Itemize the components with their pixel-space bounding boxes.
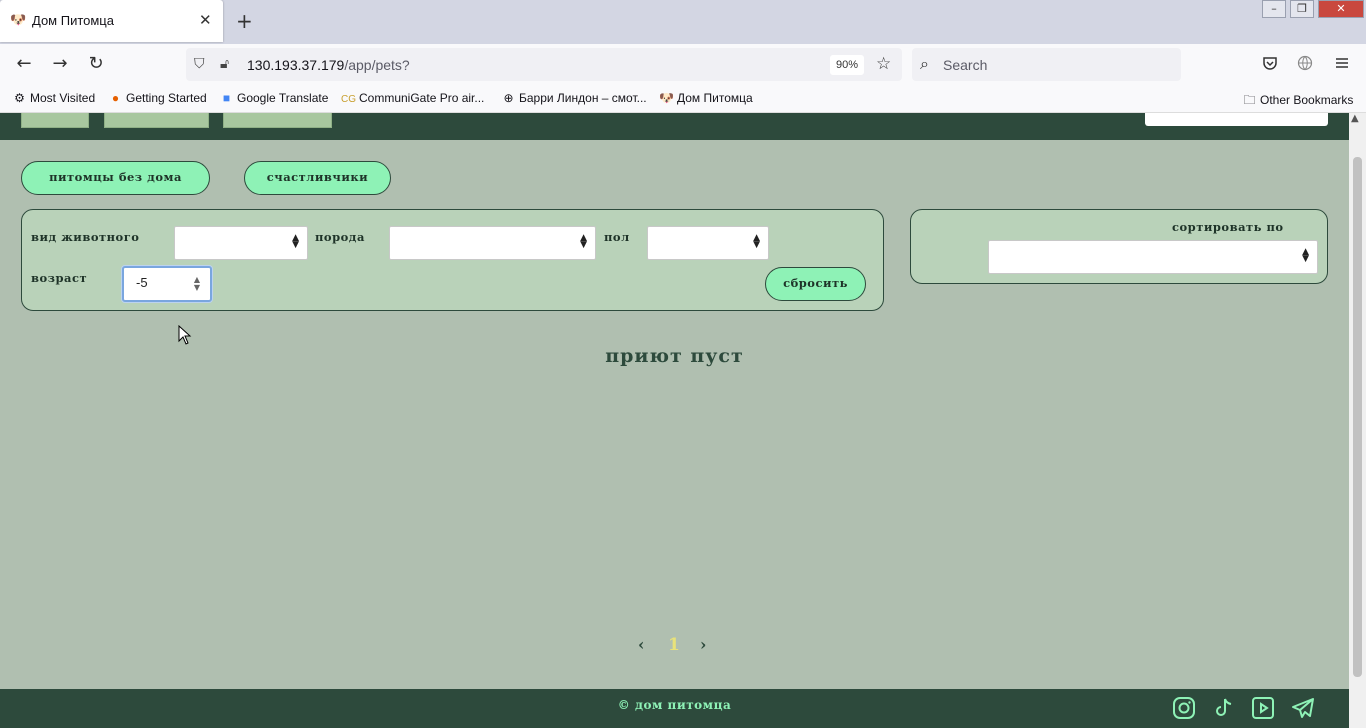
bookmark-barry-lyndon[interactable]: ⊕ Барри Линдон – смот... (501, 91, 646, 105)
lock-icon[interactable]: 🔓︎ (220, 56, 229, 72)
minimize-button[interactable]: – (1262, 0, 1286, 18)
firefox-icon: ● (111, 91, 120, 105)
new-tab-button[interactable]: + (236, 9, 253, 33)
tab-title: Дом Питомца (32, 13, 114, 28)
zoom-indicator[interactable]: 90% (830, 55, 864, 75)
forward-button[interactable]: → (48, 54, 72, 74)
globe-icon[interactable] (1297, 55, 1313, 75)
search-bar[interactable]: ⌕ Search (912, 48, 1181, 81)
bookmark-dom-pitomtsa[interactable]: 🐶 Дом Питомца (659, 91, 753, 105)
header-nav-button[interactable] (223, 113, 332, 128)
species-label: вид животного (31, 230, 140, 244)
mouse-cursor-icon (178, 325, 192, 345)
site-footer: © дом питомца (0, 689, 1349, 728)
bookmark-google-translate[interactable]: ■ Google Translate (219, 91, 329, 105)
spinner-arrows-icon[interactable]: ▲ ▼ (194, 276, 200, 292)
breed-label: порода (315, 230, 365, 244)
bookmark-communigate[interactable]: CG CommuniGate Pro air... (341, 91, 484, 105)
header-nav-button[interactable] (104, 113, 209, 128)
nav-bar: ← → ↻ ⛉ 🔓︎ 130.193.37.179/app/pets? 90% … (0, 44, 1366, 86)
homeless-pets-button[interactable]: питомцы без дома (21, 161, 210, 195)
next-page-button[interactable]: › (700, 635, 706, 654)
maximize-button[interactable]: ❐ (1290, 0, 1314, 18)
reload-button[interactable]: ↻ (84, 54, 108, 74)
url-bar[interactable]: ⛉ 🔓︎ 130.193.37.179/app/pets? 90% ☆ (186, 48, 902, 81)
sort-select[interactable]: ▲ ▼ (988, 240, 1318, 274)
tab-bar: 🐶 Дом Питомца ✕ + – ❐ ✕ (0, 0, 1366, 44)
youtube-icon[interactable] (1251, 696, 1275, 720)
age-value: -5 (136, 275, 148, 290)
back-button[interactable]: ← (12, 54, 36, 74)
pocket-icon[interactable] (1262, 55, 1278, 75)
header-nav-button[interactable] (21, 113, 89, 128)
species-select[interactable]: ▲ ▼ (174, 226, 308, 260)
reset-button[interactable]: сбросить (765, 267, 866, 301)
breed-select[interactable]: ▲ ▼ (389, 226, 596, 260)
cg-icon: CG (341, 94, 356, 105)
url-host: 130.193.37.179 (247, 57, 345, 73)
folder-icon: 🗀 (1243, 93, 1256, 107)
sex-select[interactable]: ▲ ▼ (647, 226, 769, 260)
select-arrows-icon: ▲ ▼ (292, 233, 299, 250)
empty-shelter-message: приют пуст (605, 345, 744, 367)
browser-tab[interactable]: 🐶 Дом Питомца ✕ (0, 0, 223, 42)
page-scrollbar[interactable]: ▲ (1349, 113, 1366, 728)
globe-icon: ⊕ (503, 91, 514, 105)
age-label: возраст (31, 271, 88, 285)
sex-label: пол (604, 230, 630, 244)
scrollbar-thumb[interactable] (1353, 157, 1362, 677)
prev-page-button[interactable]: ‹ (638, 635, 644, 654)
header-search-input[interactable] (1145, 113, 1328, 126)
close-window-button[interactable]: ✕ (1318, 0, 1364, 18)
select-arrows-icon: ▲ ▼ (753, 233, 760, 250)
sort-panel: сортировать по ▲ ▼ (910, 209, 1328, 284)
instagram-icon[interactable] (1172, 696, 1196, 720)
bookmarks-bar: ⚙ Most Visited ● Getting Started ■ Google T… (0, 86, 1366, 113)
url-text[interactable]: 130.193.37.179/app/pets? (247, 57, 410, 73)
gear-icon: ⚙ (14, 91, 25, 105)
telegram-icon[interactable] (1291, 696, 1315, 720)
search-icon: ⌕ (920, 54, 929, 73)
url-path: /app/pets? (344, 57, 410, 73)
current-page[interactable]: 1 (668, 635, 680, 655)
other-bookmarks[interactable]: 🗀 Other Bookmarks (1242, 91, 1353, 112)
menu-icon[interactable] (1334, 55, 1350, 75)
close-tab-icon[interactable]: ✕ (199, 11, 212, 29)
site-header (0, 113, 1349, 140)
bookmark-getting-started[interactable]: ● Getting Started (108, 91, 207, 105)
sort-label: сортировать по (1172, 220, 1284, 234)
select-arrows-icon: ▲ ▼ (1302, 247, 1309, 264)
scroll-up-icon[interactable]: ▲ (1351, 113, 1359, 124)
dog-icon: 🐶 (659, 91, 674, 105)
age-input[interactable]: -5 ▲ ▼ (122, 266, 212, 302)
shield-icon[interactable]: ⛉ (194, 56, 205, 72)
tiktok-icon[interactable] (1211, 696, 1235, 720)
select-arrows-icon: ▲ ▼ (580, 233, 587, 250)
bookmark-star-icon[interactable]: ☆ (876, 54, 891, 74)
search-placeholder: Search (943, 57, 988, 73)
translate-icon: ■ (222, 91, 231, 105)
page-content: питомцы без дома счастливчики вид животн… (0, 113, 1349, 728)
bookmark-most-visited[interactable]: ⚙ Most Visited (12, 91, 95, 105)
filter-panel: вид животного ▲ ▼ порода ▲ ▼ пол ▲ ▼ возрас… (21, 209, 884, 311)
footer-copyright: © дом питомца (617, 698, 732, 712)
lucky-pets-button[interactable]: счастливчики (244, 161, 391, 195)
dog-icon: 🐶 (10, 13, 27, 28)
